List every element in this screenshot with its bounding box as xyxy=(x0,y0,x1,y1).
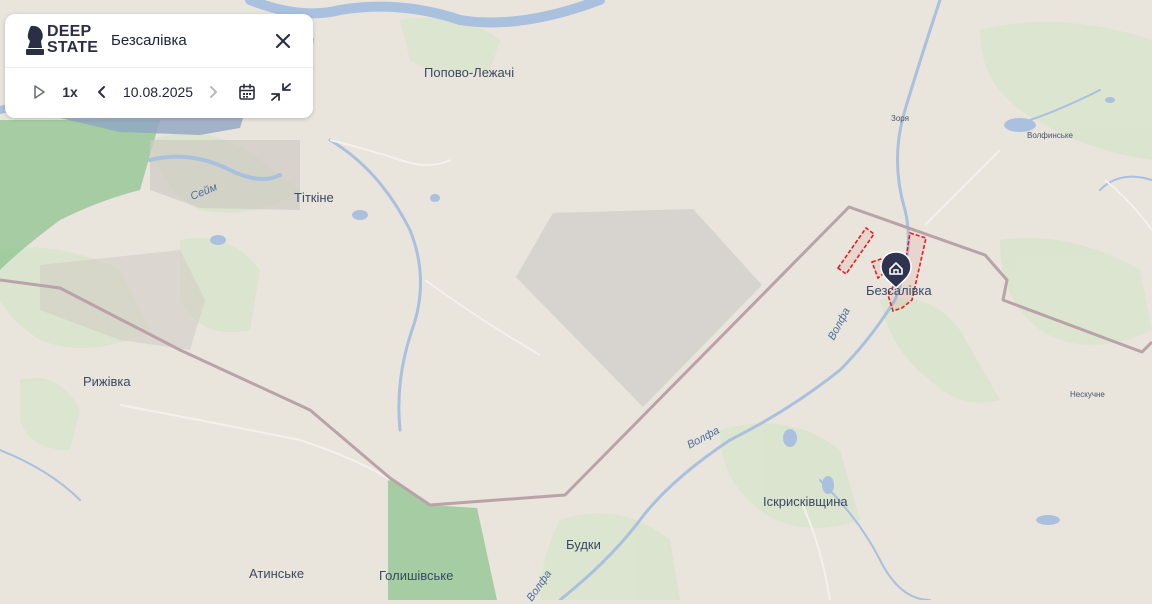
collapse-button[interactable] xyxy=(269,80,293,104)
place-label: Рижівка xyxy=(83,374,131,389)
calendar-button[interactable] xyxy=(237,80,257,104)
chevron-left-icon xyxy=(98,86,105,98)
logo-line-2: STATE xyxy=(47,39,99,56)
close-button[interactable] xyxy=(272,30,294,52)
play-button[interactable] xyxy=(29,80,49,104)
home-marker-icon[interactable] xyxy=(880,251,912,290)
place-label: Волфинське xyxy=(1027,131,1073,140)
next-date-button[interactable] xyxy=(205,80,221,104)
prev-date-button[interactable] xyxy=(94,80,110,104)
close-icon xyxy=(275,33,291,49)
place-label: Нескучне xyxy=(1070,390,1105,399)
place-label: Атинське xyxy=(249,566,305,581)
play-icon xyxy=(34,85,45,99)
location-title: Безсалівка xyxy=(111,32,187,49)
control-panel: DEEP STATE Безсалівка 1x 10.08.2025 xyxy=(5,14,313,118)
place-label: Іскрисківщина xyxy=(763,494,848,509)
knight-logo-icon xyxy=(26,25,44,55)
calendar-icon xyxy=(239,83,255,100)
panel-header: DEEP STATE Безсалівка xyxy=(5,14,313,68)
logo-line-1: DEEP xyxy=(47,23,92,40)
place-label: Попово-Лежачі xyxy=(424,65,515,80)
current-date: 10.08.2025 xyxy=(123,84,194,100)
place-label: Тіткіне xyxy=(294,190,334,205)
place-label: Будки xyxy=(566,537,601,552)
speed-button[interactable]: 1x xyxy=(59,80,81,104)
chevron-right-icon xyxy=(210,86,217,98)
place-label: Голишівське xyxy=(379,568,454,583)
place-label: Зоря xyxy=(891,114,909,123)
deepstate-logo[interactable]: DEEP STATE xyxy=(25,23,99,57)
collapse-arrows-icon xyxy=(271,83,291,101)
